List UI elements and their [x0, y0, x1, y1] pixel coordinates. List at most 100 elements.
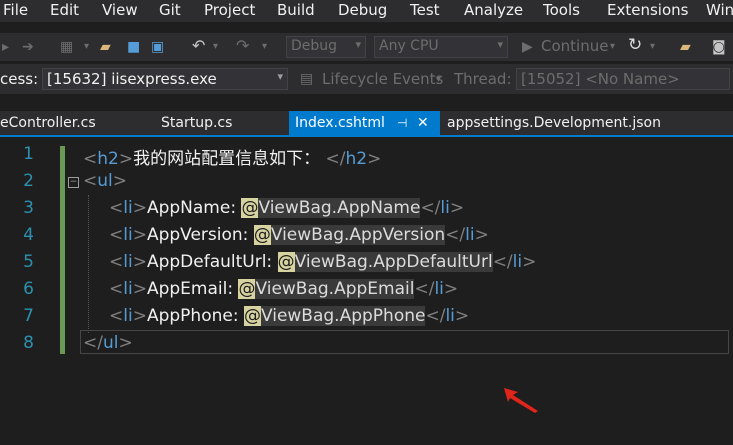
redo-dropdown-icon[interactable]: ▾ — [262, 39, 267, 55]
menu-edit[interactable]: Edit — [50, 1, 79, 19]
tag-name: li — [440, 198, 450, 218]
thread-value: [15052] <No Name> — [521, 70, 680, 88]
razor-expression: ViewBag.AppPhone — [260, 306, 426, 326]
indent-guide — [88, 195, 89, 333]
tag-name: li — [123, 225, 133, 245]
open-folder-icon[interactable]: ▰ — [100, 39, 111, 55]
line-number: 6 — [23, 279, 34, 299]
process-label: cess: — [0, 70, 39, 88]
thread-select[interactable]: [15052] <No Name> — [516, 68, 730, 90]
pin-icon[interactable]: ⊣ — [397, 111, 407, 135]
close-icon[interactable]: ✕ — [417, 111, 429, 135]
chevron-down-icon: ▾ — [277, 70, 283, 83]
menu-analyze[interactable]: Analyze — [464, 1, 523, 19]
continue-dropdown-icon[interactable]: ▾ — [610, 39, 615, 55]
save-all-icon[interactable]: ▣ — [151, 39, 164, 55]
tag-name: li — [123, 306, 133, 326]
code-line: <h2>我的网站配置信息如下： </h2> — [83, 149, 382, 169]
process-value: [15632] iisexpress.exe — [47, 70, 217, 88]
redo-icon[interactable]: ↷ — [236, 38, 249, 54]
chevron-down-icon: ▾ — [355, 38, 361, 51]
razor-at: @ — [253, 225, 271, 245]
menu-view[interactable]: View — [102, 1, 138, 19]
code-line: </ul> — [83, 333, 133, 353]
tag-name: li — [123, 252, 133, 272]
razor-expression: ViewBag.AppEmail — [255, 279, 415, 299]
line-number: 3 — [23, 198, 34, 218]
menu-build[interactable]: Build — [277, 1, 315, 19]
razor-at: @ — [238, 279, 256, 299]
platform-value: Any CPU — [379, 38, 439, 54]
code-line: <li>AppVersion: @ViewBag.AppVersion</li> — [109, 225, 489, 245]
line-number: 4 — [23, 225, 34, 245]
code-line: <li>AppName: @ViewBag.AppName</li> — [109, 198, 465, 218]
line-number: 5 — [23, 252, 34, 272]
line-number: 8 — [23, 333, 34, 353]
line-number: 1 — [23, 144, 34, 164]
code-line: <li>AppPhone: @ViewBag.AppPhone</li> — [109, 306, 470, 326]
tab-startup[interactable]: Startup.cs — [161, 111, 232, 135]
undo-dropdown-icon[interactable]: ▾ — [213, 39, 218, 55]
code-line: <ul> — [83, 171, 127, 191]
refresh-dropdown-icon[interactable]: ▾ — [650, 39, 655, 55]
current-line-highlight — [80, 330, 729, 354]
code-line: <li>AppEmail: @ViewBag.AppEmail</li> — [109, 279, 459, 299]
window-icon[interactable]: ◙ — [712, 39, 726, 55]
menu-project[interactable]: Project — [204, 1, 255, 19]
line-number: 2 — [23, 171, 34, 191]
undo-icon[interactable]: ↶ — [192, 38, 205, 54]
item-label: AppPhone: — [146, 306, 244, 326]
razor-expression: ViewBag.AppDefaultUrl — [294, 252, 493, 272]
tag-name: li — [434, 279, 444, 299]
tag-name: ul — [97, 171, 113, 191]
change-tracking-bar — [60, 146, 65, 354]
menu-file[interactable]: File — [3, 1, 28, 19]
chevron-down-icon[interactable]: ▾ — [436, 72, 441, 88]
menu-git[interactable]: Git — [159, 1, 181, 19]
tag-name: li — [123, 279, 133, 299]
document-tabs: eController.cs Startup.cs Index.cshtml ⊣… — [0, 111, 733, 137]
config-select[interactable]: Debug ▾ — [286, 36, 366, 58]
code-line: <li>AppDefaultUrl: @ViewBag.AppDefaultUr… — [109, 252, 537, 272]
platform-select[interactable]: Any CPU ▾ — [374, 36, 508, 58]
menu-extensions[interactable]: Extensions — [607, 1, 688, 19]
chevron-down-icon[interactable]: ▾ — [84, 39, 89, 55]
tab-index-cshtml[interactable]: Index.cshtml ⊣ ✕ — [289, 111, 440, 135]
lifecycle-events-button[interactable]: Lifecycle Events — [322, 70, 443, 88]
back-icon[interactable]: ▸ — [2, 39, 9, 55]
heading-text: 我的网站配置信息如下： — [133, 149, 321, 169]
item-label: AppEmail: — [146, 279, 239, 299]
collapse-toggle-icon[interactable]: − — [68, 177, 79, 188]
refresh-icon[interactable]: ↻ — [628, 37, 642, 54]
play-icon[interactable]: ▶ — [522, 39, 533, 55]
forward-icon[interactable]: ➔ — [22, 39, 34, 55]
item-label: AppName: — [146, 198, 242, 218]
arrow-annotation-icon — [504, 388, 538, 413]
menu-bar: File Edit View Git Project Build Debug T… — [0, 0, 733, 22]
process-select[interactable]: [15632] iisexpress.exe ▾ — [42, 68, 288, 90]
tag-name: ul — [102, 333, 119, 353]
browse-folder-icon[interactable]: ▰ — [680, 39, 691, 55]
razor-at: @ — [243, 306, 261, 326]
code-editor[interactable]: − 1 2 3 4 5 6 7 8 <h2>我的网站配置信息如下： </h2> … — [0, 137, 733, 445]
tag-name: li — [123, 198, 133, 218]
tag-name: li — [512, 252, 523, 272]
save-icon[interactable]: ■ — [127, 39, 140, 55]
chevron-down-icon: ▾ — [497, 38, 503, 51]
menu-window[interactable]: Win — [706, 1, 733, 19]
tag-name: li — [465, 225, 475, 245]
config-value: Debug — [291, 38, 338, 54]
debug-location-bar: cess: [15632] iisexpress.exe ▾ ▤ Lifecyc… — [0, 64, 733, 94]
continue-button[interactable]: Continue — [541, 38, 608, 54]
menu-debug[interactable]: Debug — [338, 1, 387, 19]
razor-expression: ViewBag.AppVersion — [270, 225, 446, 245]
menu-test[interactable]: Test — [410, 1, 440, 19]
new-project-icon[interactable]: ▦ — [60, 39, 73, 55]
tab-appsettings-development[interactable]: appsettings.Development.json — [447, 111, 661, 135]
item-label: AppDefaultUrl: — [146, 252, 278, 272]
menu-tools[interactable]: Tools — [543, 1, 580, 19]
item-label: AppVersion: — [146, 225, 254, 245]
tag-name: h2 — [345, 149, 368, 169]
razor-expression: ViewBag.AppName — [258, 198, 421, 218]
tab-homecontroller[interactable]: eController.cs — [0, 111, 96, 135]
